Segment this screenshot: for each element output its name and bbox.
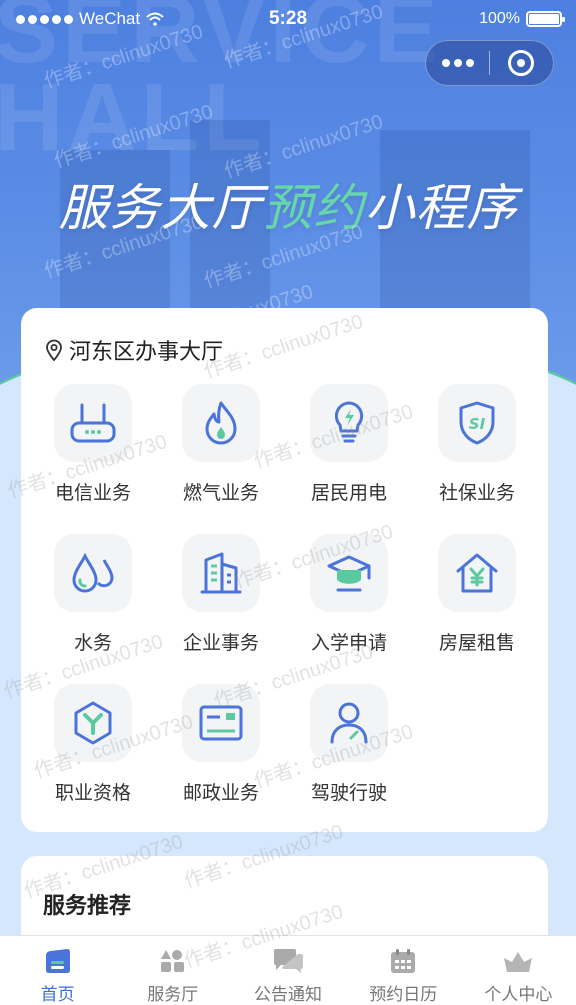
location-name: 河东区办事大厅: [69, 340, 224, 365]
service-item-water[interactable]: 水务: [29, 534, 157, 655]
hexagon-y-icon: [74, 701, 112, 745]
recommend-title: 服务推荐: [43, 894, 132, 919]
chat-notice-icon: [274, 949, 303, 973]
bottom-tab-bar: 首页 服务厅 公告通知 预约日历 个人中心: [0, 935, 576, 1005]
more-dots-icon: [441, 59, 450, 67]
service-item-enrollment[interactable]: 入学申请: [285, 534, 413, 655]
tab-notices[interactable]: 公告通知: [230, 936, 345, 1005]
location-pin-icon: [46, 339, 62, 361]
postal-card-icon: [199, 705, 243, 741]
flame-icon: [205, 401, 237, 445]
service-item-qualification[interactable]: 职业资格: [29, 684, 157, 805]
mini-program-screen: SERVICE HALL 服务大厅预约小程序 作者：cclinux0730 作者…: [0, 0, 576, 1005]
calendar-icon: [391, 949, 416, 973]
service-item-telecom[interactable]: 电信业务: [29, 384, 157, 505]
service-item-driving[interactable]: 驾驶行驶: [285, 684, 413, 805]
graduation-cap-icon: [327, 555, 371, 592]
service-item-housing[interactable]: 房屋租售: [413, 534, 541, 655]
home-icon: [45, 949, 70, 973]
svg-text:SI: SI: [469, 415, 486, 433]
target-circle-icon: [508, 50, 535, 76]
mini-program-capsule: [425, 40, 554, 86]
tab-service-hall[interactable]: 服务厅: [115, 936, 230, 1005]
tab-profile[interactable]: 个人中心: [461, 936, 576, 1005]
water-drops-icon: [72, 552, 114, 593]
service-item-gas[interactable]: 燃气业务: [157, 384, 285, 505]
building-icon: [200, 552, 242, 594]
hero-title: 服务大厅预约小程序: [58, 179, 518, 237]
router-icon: [70, 403, 116, 443]
close-mini-program-button[interactable]: [490, 50, 553, 76]
si-shield-icon: SI: [459, 401, 495, 445]
service-item-social-security[interactable]: SI 社保业务: [413, 384, 541, 505]
more-menu-button[interactable]: [426, 59, 489, 67]
service-card: 河东区办事大厅 电信业务 燃气业务 居民用电 SI 社保业务 水务 企业事务 入…: [21, 308, 548, 832]
status-bar: WeChat 5:28 100%: [0, 0, 576, 40]
service-hall-icon: [160, 950, 184, 972]
driver-person-icon: [330, 702, 368, 744]
tab-calendar[interactable]: 预约日历: [346, 936, 461, 1005]
profile-crown-icon: [504, 952, 533, 972]
location-header[interactable]: 河东区办事大厅: [45, 334, 223, 366]
service-item-enterprise[interactable]: 企业事务: [157, 534, 285, 655]
house-yen-icon: [456, 553, 498, 593]
battery-percent: 100%: [479, 10, 520, 27]
lightbulb-icon: [334, 401, 364, 443]
service-item-electricity[interactable]: 居民用电: [285, 384, 413, 505]
battery-icon: [526, 11, 565, 27]
tab-home[interactable]: 首页: [0, 936, 115, 1005]
service-item-postal[interactable]: 邮政业务: [157, 684, 285, 805]
